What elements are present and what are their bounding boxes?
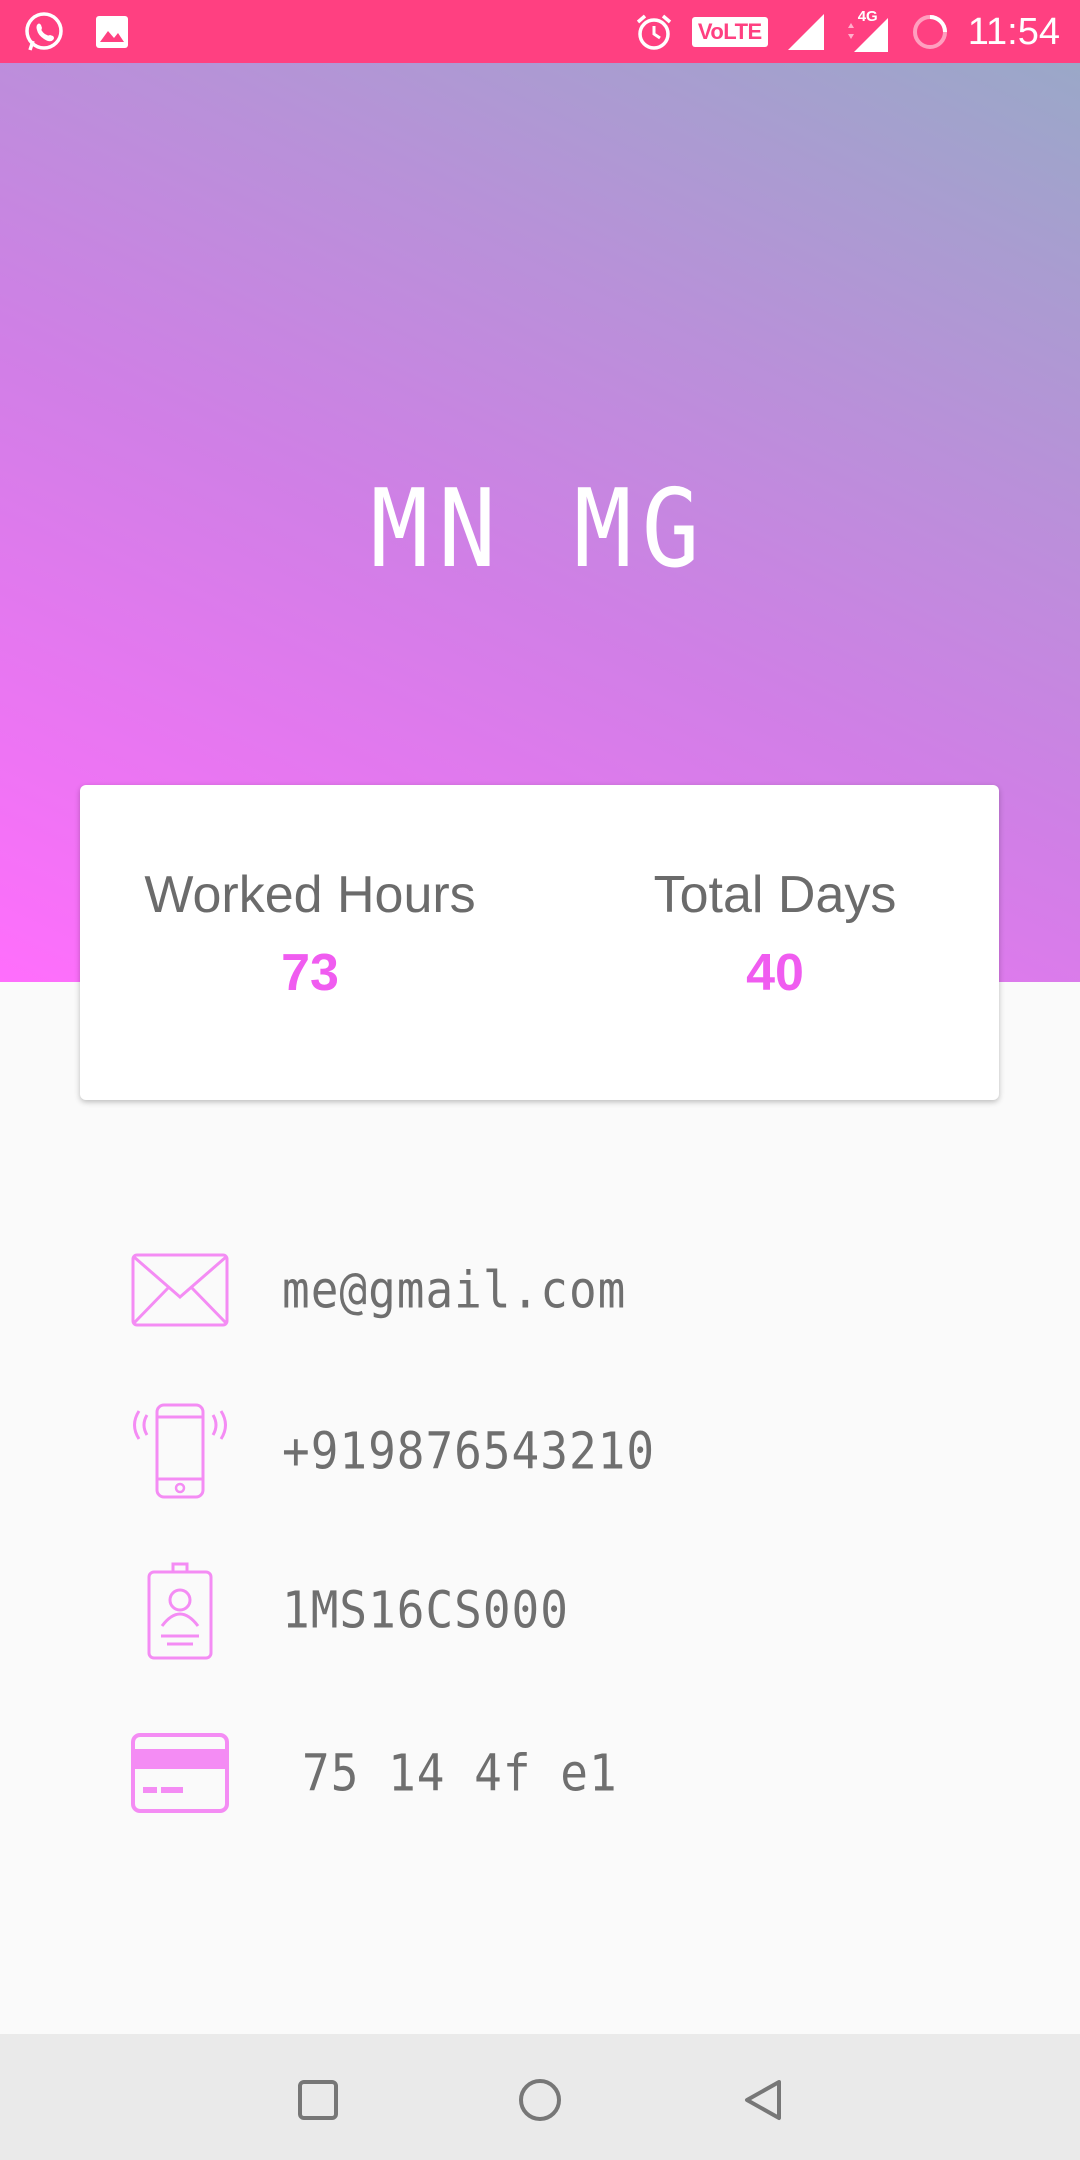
alarm-icon bbox=[634, 12, 674, 52]
status-right: VoLTE 4G 11:54 bbox=[634, 8, 1060, 56]
signal-icon bbox=[786, 12, 826, 52]
back-triangle-icon bbox=[745, 2080, 781, 2120]
worked-hours-label: Worked Hours bbox=[144, 866, 476, 924]
total-days-stat: Total Days 40 bbox=[575, 865, 975, 1003]
back-button[interactable] bbox=[735, 2072, 791, 2128]
network-type: 4G bbox=[857, 8, 878, 25]
worked-hours-stat: Worked Hours 73 bbox=[110, 865, 510, 1003]
navigation-bar bbox=[0, 2034, 1080, 2160]
loading-icon bbox=[910, 12, 950, 52]
phone-icon bbox=[130, 1401, 230, 1501]
email-row: me@gmail.com bbox=[130, 1235, 1030, 1345]
id-badge-icon bbox=[130, 1560, 230, 1660]
gallery-icon bbox=[94, 14, 130, 50]
clock: 11:54 bbox=[967, 10, 1060, 53]
volte-icon: VoLTE bbox=[691, 17, 768, 47]
status-bar: VoLTE 4G 11:54 bbox=[0, 0, 1080, 63]
square-icon bbox=[298, 2080, 338, 2120]
home-button[interactable] bbox=[512, 2072, 568, 2128]
email-text: me@gmail.com bbox=[282, 1260, 627, 1320]
credit-card-icon bbox=[130, 1723, 230, 1823]
whatsapp-icon bbox=[22, 10, 66, 54]
signal-4g-icon: 4G bbox=[844, 8, 892, 54]
total-days-label: Total Days bbox=[653, 866, 897, 924]
circle-icon bbox=[519, 2079, 561, 2121]
id-text: 1MS16CS000 bbox=[282, 1580, 569, 1640]
profile-name: MN MG bbox=[370, 466, 710, 592]
id-row: 1MS16CS000 bbox=[130, 1555, 1030, 1665]
stats-card: Worked Hours 73 Total Days 40 bbox=[80, 785, 999, 1100]
total-days-value: 40 bbox=[746, 944, 804, 1002]
recents-button[interactable] bbox=[290, 2072, 346, 2128]
worked-hours-value: 73 bbox=[281, 944, 339, 1002]
mail-icon bbox=[130, 1240, 230, 1340]
phone-row: +919876543210 bbox=[130, 1396, 1030, 1506]
card-row: 75 14 4f e1 bbox=[130, 1718, 1030, 1828]
card-text: 75 14 4f e1 bbox=[302, 1743, 618, 1803]
phone-text: +919876543210 bbox=[282, 1421, 656, 1481]
status-left bbox=[22, 10, 130, 54]
